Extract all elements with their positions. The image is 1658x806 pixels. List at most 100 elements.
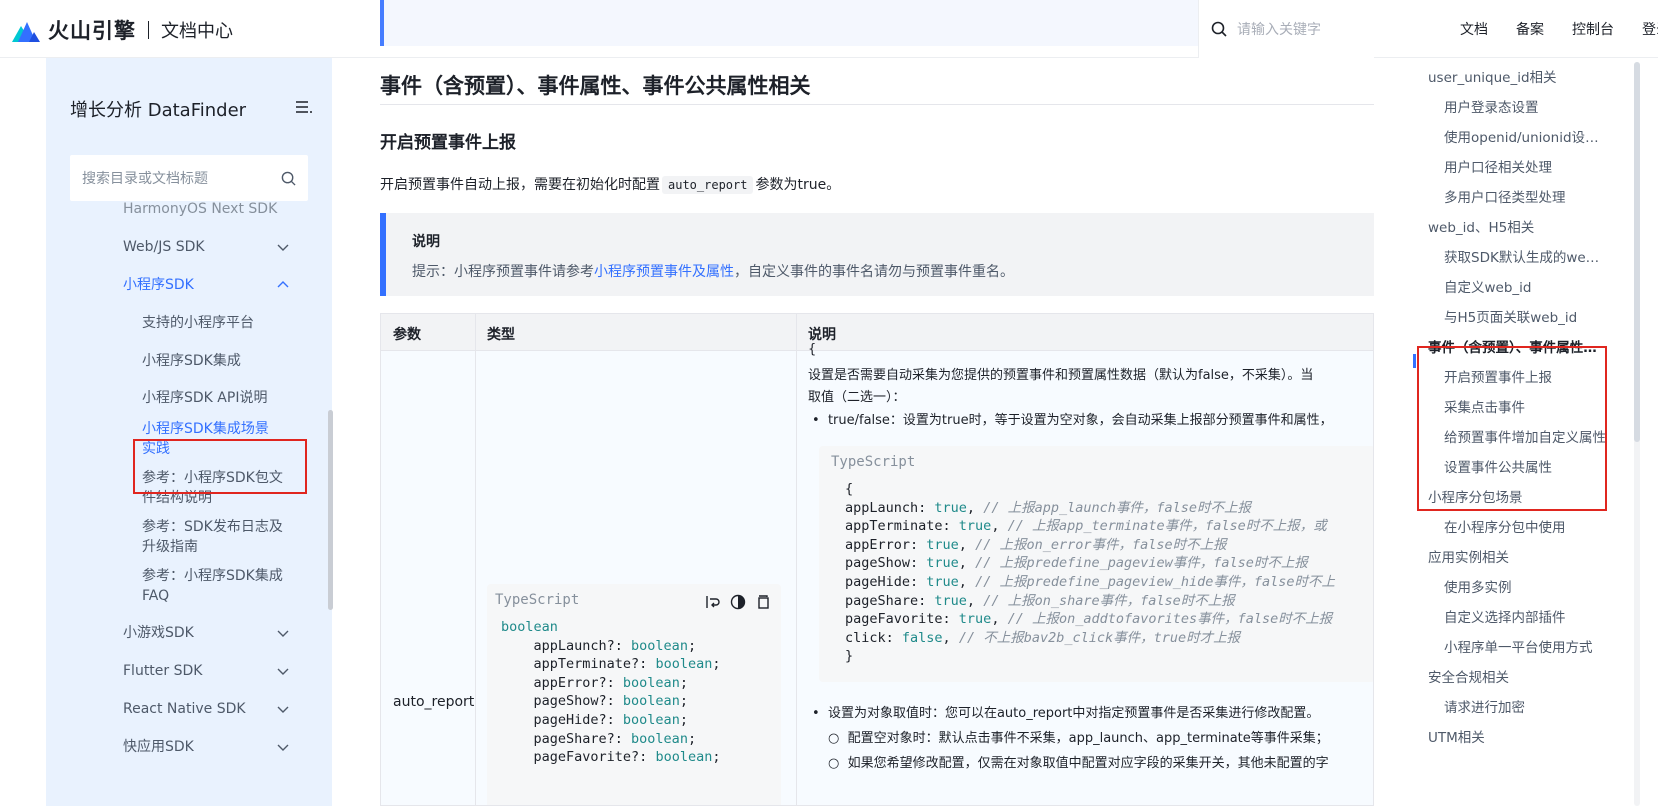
desc-line: 设置是否需要自动采集为您提供的预置事件和预置属性数据（默认为false，不采集）…: [808, 368, 1314, 383]
sidebar-item-minigame-sdk[interactable]: 小游戏SDK: [123, 623, 289, 643]
sidebar-item-quickapp-sdk[interactable]: 快应用SDK: [123, 737, 289, 757]
nav-login[interactable]: 登录: [1642, 19, 1658, 39]
preset-events-link[interactable]: 小程序预置事件及属性: [594, 264, 734, 280]
divider: [148, 21, 149, 39]
toc-active-marker: [1413, 354, 1416, 368]
wrap-icon[interactable]: [705, 594, 721, 610]
doc-center-link[interactable]: 文档中心: [161, 17, 233, 43]
note-text: 提示：小程序预置事件请参考小程序预置事件及属性，自定义事件的事件名请勿与预置事件…: [412, 261, 1014, 281]
code-language: TypeScript: [495, 592, 580, 608]
toc-item[interactable]: 与H5页面关联web_id: [1444, 306, 1606, 326]
inline-code: auto_report: [662, 176, 754, 194]
desc-line: {: [808, 342, 817, 357]
sidebar-title: 增长分析 DataFinder: [70, 100, 247, 121]
code-block: TypeScript { appLaunch: true, // 上报app_l…: [819, 446, 1373, 682]
toc-item[interactable]: 小程序单一平台使用方式: [1444, 636, 1606, 656]
table-header-cell: 参数: [393, 327, 421, 343]
code-content: boolean appLaunch?: boolean; appTerminat…: [501, 619, 721, 766]
toc-item[interactable]: 获取SDK默认生成的web_id: [1444, 246, 1606, 266]
table-header-cell: 说明: [808, 327, 836, 343]
toc-item[interactable]: user_unique_id相关: [1428, 66, 1604, 86]
toc-item[interactable]: 给预置事件增加自定义属性: [1444, 426, 1606, 446]
toc-item[interactable]: 多用户口径类型处理: [1444, 186, 1606, 206]
desc-bullet: • true/false：设置为true时，等于设置为空对象，会自动采集上报部分…: [812, 413, 1333, 428]
top-nav: 文档 备案 控制台 登录: [1460, 0, 1658, 58]
sidebar-item-label: Web/JS SDK: [123, 239, 205, 255]
toc-item[interactable]: 采集点击事件: [1444, 396, 1606, 416]
toc-item[interactable]: 安全合规相关: [1428, 666, 1604, 686]
desc-line: 取值（二选一）：: [808, 390, 906, 405]
desc-bullet-text: 如果您希望修改配置，仅需在对象取值中配置对应字段的采集开关，其他未配置的字: [847, 756, 1329, 771]
section-heading: 开启预置事件上报: [380, 133, 516, 153]
table-header-cell: 类型: [487, 327, 515, 343]
toc-item[interactable]: 应用实例相关: [1428, 546, 1604, 566]
sidebar-item-integration-practice[interactable]: 小程序SDK集成场景实践: [142, 419, 282, 459]
divider: [380, 104, 1374, 105]
chevron-down-icon: [277, 744, 289, 751]
chevron-up-icon: [277, 281, 289, 288]
nav-docs[interactable]: 文档: [1460, 19, 1488, 39]
search-placeholder: 请输入关键字: [1237, 22, 1321, 38]
sidebar: 增长分析 DataFinder 搜索目录或文档标题 HarmonyOS Next…: [46, 58, 332, 806]
toc-item[interactable]: 设置事件公共属性: [1444, 456, 1606, 476]
sidebar-item-label: Flutter SDK: [123, 663, 203, 679]
toc-item[interactable]: 用户口径相关处理: [1444, 156, 1606, 176]
site-logo[interactable]: 火山引擎 文档中心: [12, 14, 233, 46]
sidebar-item-sdk-integration[interactable]: 小程序SDK集成: [142, 351, 241, 371]
table-of-contents: user_unique_id相关 用户登录态设置 使用openid/unioni…: [1420, 58, 1638, 806]
copy-icon[interactable]: [755, 594, 771, 610]
sidebar-item-label: 小程序SDK: [123, 277, 194, 293]
header-search-input[interactable]: 请输入关键字: [1198, 0, 1374, 58]
sidebar-item-miniprogram-sdk[interactable]: 小程序SDK: [123, 275, 289, 295]
sidebar-item-react-native-sdk[interactable]: React Native SDK: [123, 699, 289, 719]
theme-icon[interactable]: [730, 594, 746, 610]
sidebar-item-harmonyos[interactable]: HarmonyOS Next SDK: [123, 201, 277, 219]
code-block: TypeScript boolean appLaunch?: boolean; …: [487, 584, 781, 805]
paragraph-text: 参数为true。: [755, 177, 841, 193]
note-text-part: 提示：小程序预置事件请参考: [412, 264, 594, 280]
chevron-down-icon: [277, 630, 289, 637]
chevron-down-icon: [277, 244, 289, 251]
toc-scrollbar-thumb[interactable]: [1634, 62, 1640, 442]
sidebar-item-label: 快应用SDK: [123, 739, 194, 755]
desc-bullet-text: 配置空对象时：默认点击事件不采集，app_launch、app_terminat…: [847, 731, 1329, 746]
toc-item[interactable]: 在小程序分包中使用: [1444, 516, 1606, 536]
toc-item[interactable]: 开启预置事件上报: [1444, 366, 1606, 386]
toc-item[interactable]: 自定义选择内部插件: [1444, 606, 1606, 626]
note-title: 说明: [412, 234, 440, 250]
sidebar-item-package-structure[interactable]: 参考：小程序SDK包文件结构说明: [142, 468, 284, 508]
toc-item-active[interactable]: 事件（含预置）、事件属性、事件公共属性相关: [1428, 336, 1604, 356]
sidebar-item-faq[interactable]: 参考：小程序SDK集成FAQ: [142, 566, 284, 606]
note-text-part: ，自定义事件的事件名请勿与预置事件重名。: [734, 264, 1014, 280]
desc-sub-bullet: ○ 如果您希望修改配置，仅需在对象取值中配置对应字段的采集开关，其他未配置的字: [828, 756, 1329, 771]
sidebar-scrollbar[interactable]: [328, 410, 333, 610]
paragraph-text: 开启预置事件自动上报，需要在初始化时配置: [380, 177, 660, 193]
column-divider: [796, 314, 797, 805]
toc-item[interactable]: 使用openid/unionid设置user_unique_id: [1444, 126, 1606, 146]
desc-sub-bullet: ○ 配置空对象时：默认点击事件不采集，app_launch、app_termin…: [828, 731, 1329, 746]
table-cell-param: auto_report: [393, 694, 475, 710]
toc-item[interactable]: 用户登录态设置: [1444, 96, 1606, 116]
table-header: 参数 类型 说明: [381, 314, 1373, 351]
nav-filing[interactable]: 备案: [1516, 19, 1544, 39]
sidebar-item-supported-platforms[interactable]: 支持的小程序平台: [142, 313, 254, 333]
code-language: TypeScript: [831, 454, 916, 470]
toc-item[interactable]: 使用多实例: [1444, 576, 1606, 596]
sidebar-item-release-notes[interactable]: 参考：SDK发布日志及升级指南: [142, 517, 284, 557]
sidebar-item-flutter-sdk[interactable]: Flutter SDK: [123, 661, 289, 681]
sidebar-item-web-js-sdk[interactable]: Web/JS SDK: [123, 237, 289, 257]
volcano-logo-icon: [12, 22, 40, 42]
sidebar-search-input[interactable]: 搜索目录或文档标题: [70, 155, 308, 201]
sidebar-item-label: React Native SDK: [123, 701, 246, 717]
toc-item[interactable]: 自定义web_id: [1444, 276, 1606, 296]
sidebar-item-sdk-api[interactable]: 小程序SDK API说明: [142, 388, 267, 408]
toc-item[interactable]: UTM相关: [1428, 726, 1604, 746]
desc-bullet-text: 设置为对象取值时：您可以在auto_report中对指定预置事件是否采集进行修改…: [827, 706, 1320, 721]
nav-console[interactable]: 控制台: [1572, 19, 1614, 39]
toc-item[interactable]: 请求进行加密: [1444, 696, 1606, 716]
menu-icon[interactable]: [296, 100, 312, 114]
toc-item[interactable]: web_id、H5相关: [1428, 216, 1604, 236]
toc-item[interactable]: 小程序分包场景: [1428, 486, 1604, 506]
note-callout: 说明 提示：小程序预置事件请参考小程序预置事件及属性，自定义事件的事件名请勿与预…: [380, 213, 1374, 296]
paragraph: 开启预置事件自动上报，需要在初始化时配置 auto_report 参数为true。: [380, 174, 840, 194]
